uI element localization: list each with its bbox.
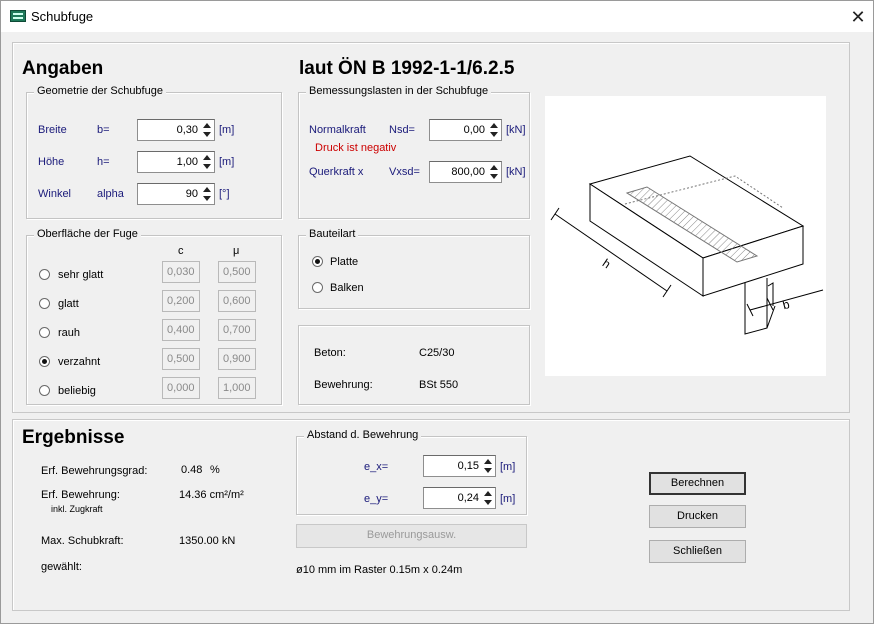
verzahnt-c: 0,500 [162, 348, 200, 370]
ey-input[interactable]: 0,24 [423, 487, 496, 509]
oberflaeche-title: Oberfläche der Fuge [34, 228, 141, 240]
beton-label: Beton: [314, 347, 346, 359]
druck-hint: Druck ist negativ [315, 142, 397, 154]
bewehrung-label: Bewehrung: [314, 379, 373, 391]
hoehe-unit: [m] [219, 156, 235, 168]
ex-label: e_x= [364, 461, 389, 473]
schub-label: Max. Schubkraft: [41, 535, 124, 547]
lasten-title: Bemessungslasten in der Schubfuge [306, 85, 492, 97]
querkraft-unit: [kN] [506, 166, 526, 178]
radio-verzahnt[interactable] [39, 356, 50, 367]
verzahnt-label[interactable]: verzahnt [58, 356, 100, 368]
winkel-symbol: alpha [97, 188, 124, 200]
glatt-label[interactable]: glatt [58, 298, 79, 310]
norm-heading: laut ÖN B 1992-1-1/6.2.5 [299, 58, 515, 79]
querkraft-label: Querkraft x [309, 166, 364, 178]
glatt-mu: 0,600 [218, 290, 256, 312]
spin-arrows-icon[interactable] [482, 488, 495, 508]
radio-platte[interactable] [312, 256, 323, 267]
dim-h-label: h [600, 256, 613, 271]
schub-value: 1350.00 kN [179, 535, 236, 547]
grad-label: Erf. Bewehrungsgrad: [41, 465, 148, 477]
radio-balken[interactable] [312, 282, 323, 293]
col-c-header: c [178, 245, 184, 257]
geometrie-title: Geometrie der Schubfuge [34, 85, 166, 97]
bewehrungsauswahl-button[interactable]: Bewehrungsausw. [296, 524, 527, 548]
rauh-mu: 0,700 [218, 319, 256, 341]
breite-label: Breite [38, 124, 67, 136]
spin-arrows-icon[interactable] [201, 184, 214, 204]
radio-sehr-glatt[interactable] [39, 269, 50, 280]
hoehe-symbol: h= [97, 156, 110, 168]
ey-unit: [m] [500, 493, 516, 505]
bauteilart-title: Bauteilart [306, 228, 359, 240]
breite-symbol: b= [97, 124, 110, 136]
verzahnt-mu: 0,900 [218, 348, 256, 370]
ergebnisse-heading: Ergebnisse [22, 427, 125, 448]
drucken-button[interactable]: Drucken [649, 505, 746, 528]
col-mu-header: μ [233, 245, 240, 257]
spin-arrows-icon[interactable] [488, 162, 501, 182]
radio-rauh[interactable] [39, 327, 50, 338]
rauh-label[interactable]: rauh [58, 327, 80, 339]
dialog-window: Schubfuge ✕ Angaben laut ÖN B 1992-1-1/6… [0, 0, 874, 624]
sehr-glatt-mu: 0,500 [218, 261, 256, 283]
querkraft-symbol: Vxsd= [389, 166, 420, 178]
platte-label[interactable]: Platte [330, 256, 358, 268]
beliebig-label[interactable]: beliebig [58, 385, 96, 397]
beliebig-c: 0,000 [162, 377, 200, 399]
bew-note: inkl. Zugkraft [51, 504, 103, 514]
material-group [298, 325, 530, 405]
glatt-c: 0,200 [162, 290, 200, 312]
rauh-c: 0,400 [162, 319, 200, 341]
normalkraft-label: Normalkraft [309, 124, 366, 136]
app-icon [10, 10, 26, 22]
gewaehlt-label: gewählt: [41, 561, 82, 573]
title-bar: Schubfuge ✕ [1, 1, 873, 32]
spin-arrows-icon[interactable] [488, 120, 501, 140]
grad-value: 0.48 [181, 464, 203, 476]
beliebig-mu: 1,000 [218, 377, 256, 399]
balken-label[interactable]: Balken [330, 282, 364, 294]
close-icon[interactable]: ✕ [843, 3, 873, 31]
spin-arrows-icon[interactable] [201, 152, 214, 172]
angaben-heading: Angaben [22, 58, 104, 79]
bew-value: 14.36 cm²/m² [179, 489, 244, 501]
raster-text: ø10 mm im Raster 0.15m x 0.24m [296, 564, 463, 576]
radio-glatt[interactable] [39, 298, 50, 309]
ey-label: e_y= [364, 493, 389, 505]
spin-arrows-icon[interactable] [201, 120, 214, 140]
schliessen-button[interactable]: Schließen [649, 540, 746, 563]
window-title: Schubfuge [31, 9, 94, 24]
winkel-input[interactable]: 90 [137, 183, 215, 205]
ex-unit: [m] [500, 461, 516, 473]
ex-input[interactable]: 0,15 [423, 455, 496, 477]
beam-sketch: h b [550, 155, 824, 335]
abstand-title: Abstand d. Bewehrung [304, 429, 422, 441]
breite-input[interactable]: 0,30 [137, 119, 215, 141]
grad-unit: % [210, 464, 220, 476]
normalkraft-input[interactable]: 0,00 [429, 119, 502, 141]
lasten-group: Bemessungslasten in der Schubfuge [298, 85, 530, 219]
querkraft-input[interactable]: 800,00 [429, 161, 502, 183]
bauteilart-group: Bauteilart [298, 228, 530, 309]
normalkraft-unit: [kN] [506, 124, 526, 136]
hoehe-label: Höhe [38, 156, 65, 168]
winkel-unit: [°] [219, 188, 230, 200]
spin-arrows-icon[interactable] [482, 456, 495, 476]
normalkraft-symbol: Nsd= [389, 124, 415, 136]
breite-unit: [m] [219, 124, 235, 136]
sehr-glatt-c: 0,030 [162, 261, 200, 283]
sehr-glatt-label[interactable]: sehr glatt [58, 269, 103, 281]
bewehrung-value: BSt 550 [419, 379, 459, 391]
beton-value: C25/30 [419, 347, 455, 359]
winkel-label: Winkel [38, 188, 72, 200]
bew-label: Erf. Bewehrung: [41, 489, 120, 501]
hoehe-input[interactable]: 1,00 [137, 151, 215, 173]
radio-beliebig[interactable] [39, 385, 50, 396]
schubfuge-diagram: h b [545, 96, 826, 376]
berechnen-button[interactable]: Berechnen [649, 472, 746, 495]
